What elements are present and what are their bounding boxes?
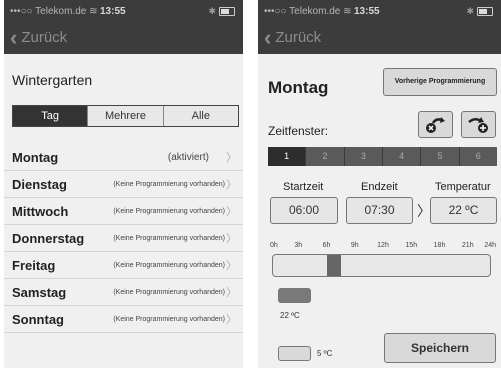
start-time-field[interactable]: 06:00 bbox=[270, 197, 338, 224]
back-button[interactable]: ‹ Zurück bbox=[264, 25, 322, 50]
legend-eco-swatch bbox=[278, 346, 311, 361]
nav-bar: •••○○ Telekom.de ≋ 13:55 ✱ ‹ Zurück bbox=[258, 0, 501, 54]
chevron-right-icon: 〉 bbox=[417, 203, 431, 219]
day-status: (Keine Programmierung vorhanden) bbox=[113, 180, 225, 188]
chevron-right-icon: 〉 bbox=[226, 233, 237, 245]
day-name: Montag bbox=[12, 149, 59, 165]
day-status: (Keine Programmierung vorhanden) bbox=[113, 261, 225, 269]
back-label: Zurück bbox=[21, 29, 68, 46]
view-segmented-control: Tag Mehrere Alle bbox=[12, 105, 239, 127]
day-list-screen: •••○○ Telekom.de ≋ 13:55 ✱ ‹ Zurück Winte… bbox=[4, 0, 243, 368]
time-window-tabs: 1 2 3 4 5 6 bbox=[268, 147, 497, 166]
carrier-label: •••○○ Telekom.de bbox=[10, 6, 87, 17]
chevron-right-icon: 〉 bbox=[226, 179, 237, 191]
day-row-mittwoch[interactable]: Mittwoch (Keine Programmierung vorhanden)… bbox=[4, 198, 243, 225]
hour-tick: 9h bbox=[350, 242, 359, 249]
window-tab[interactable]: 3 bbox=[343, 147, 382, 166]
day-name: Mittwoch bbox=[12, 203, 69, 219]
battery-icon bbox=[477, 7, 493, 17]
room-title: Wintergarten bbox=[12, 72, 93, 88]
day-status: (Keine Programmierung vorhanden) bbox=[113, 315, 225, 323]
temperature-label: Temperatur bbox=[435, 181, 491, 193]
segment-tag[interactable]: Tag bbox=[13, 106, 88, 126]
start-time-label: Startzeit bbox=[283, 181, 324, 193]
hour-tick: 15h bbox=[405, 242, 418, 249]
window-tab[interactable]: 2 bbox=[305, 147, 344, 166]
day-list: Montag (aktiviert) 〉 Dienstag (Keine Progra… bbox=[4, 144, 243, 333]
bluetooth-icon: ✱ bbox=[466, 6, 474, 16]
legend-eco-temp: 5 ºC bbox=[317, 349, 333, 358]
status-right: ✱ bbox=[208, 6, 235, 17]
day-status: (Keine Programmierung vorhanden) bbox=[113, 234, 225, 242]
chevron-right-icon: 〉 bbox=[226, 314, 237, 326]
window-tab[interactable]: 5 bbox=[420, 147, 459, 166]
clock: 13:55 bbox=[354, 6, 380, 17]
hour-scale: 0h 3h 6h 9h 12h 15h 18h 21h 24h bbox=[270, 242, 496, 252]
remove-window-button[interactable] bbox=[418, 111, 453, 138]
hour-tick: 12h bbox=[377, 242, 389, 249]
chevron-right-icon: 〉 bbox=[226, 260, 237, 272]
day-timeline[interactable] bbox=[272, 254, 491, 277]
window-tab[interactable]: 4 bbox=[381, 147, 421, 166]
chevron-right-icon: 〉 bbox=[226, 287, 237, 299]
back-button[interactable]: ‹ Zurück bbox=[10, 25, 68, 50]
legend-comfort-swatch bbox=[278, 288, 311, 303]
day-name: Sonntag bbox=[12, 311, 64, 327]
day-name: Samstag bbox=[12, 284, 67, 300]
hour-tick: 21h bbox=[461, 242, 474, 249]
nav-bar: •••○○ Telekom.de ≋ 13:55 ✱ ‹ Zurück bbox=[4, 0, 243, 54]
hour-tick: 18h bbox=[433, 242, 446, 249]
hour-tick: 0h bbox=[270, 242, 278, 249]
battery-icon bbox=[219, 7, 235, 17]
day-row-samstag[interactable]: Samstag (Keine Programmierung vorhanden) 〉 bbox=[4, 279, 243, 306]
chevron-right-icon: 〉 bbox=[226, 152, 237, 164]
day-row-freitag[interactable]: Freitag (Keine Programmierung vorhanden) 〉 bbox=[4, 252, 243, 279]
chevron-left-icon: ‹ bbox=[264, 25, 272, 50]
end-time-label: Endzeit bbox=[361, 181, 398, 193]
segment-mehrere[interactable]: Mehrere bbox=[87, 106, 163, 126]
day-row-montag[interactable]: Montag (aktiviert) 〉 bbox=[4, 144, 243, 171]
day-name: Freitag bbox=[12, 257, 56, 273]
status-bar: •••○○ Telekom.de ≋ 13:55 bbox=[264, 6, 380, 17]
day-row-sonntag[interactable]: Sonntag (Keine Programmierung vorhanden) 〉 bbox=[4, 306, 243, 333]
segment-alle[interactable]: Alle bbox=[162, 106, 238, 126]
remove-window-icon bbox=[425, 116, 445, 133]
status-bar: •••○○ Telekom.de ≋ 13:55 bbox=[10, 6, 126, 17]
carrier-label: •••○○ Telekom.de bbox=[264, 6, 341, 17]
wifi-icon: ≋ bbox=[343, 6, 352, 17]
day-status: (Keine Programmierung vorhanden) bbox=[113, 207, 225, 215]
status-right: ✱ bbox=[466, 6, 493, 17]
chevron-right-icon: 〉 bbox=[226, 206, 237, 218]
legend-comfort-temp: 22 ºC bbox=[280, 311, 300, 320]
day-schedule-screen: •••○○ Telekom.de ≋ 13:55 ✱ ‹ Zurück Monta… bbox=[258, 0, 501, 368]
temperature-field[interactable]: 22 ºC bbox=[430, 197, 497, 224]
back-label: Zurück bbox=[275, 29, 322, 46]
day-name: Dienstag bbox=[12, 176, 67, 192]
hour-tick: 6h bbox=[322, 242, 331, 249]
wifi-icon: ≋ bbox=[89, 6, 98, 17]
add-window-icon bbox=[467, 116, 488, 133]
hour-tick: 24h bbox=[484, 242, 496, 249]
end-time-field[interactable]: 07:30 bbox=[346, 197, 413, 224]
day-title: Montag bbox=[268, 78, 329, 97]
save-button[interactable]: Speichern bbox=[384, 333, 496, 363]
active-window-block[interactable] bbox=[327, 255, 341, 276]
hour-tick: 3h bbox=[294, 242, 303, 249]
bluetooth-icon: ✱ bbox=[208, 6, 216, 16]
previous-programming-button[interactable]: Vorherige Programmierung bbox=[383, 68, 497, 96]
add-window-button[interactable] bbox=[461, 111, 496, 138]
chevron-left-icon: ‹ bbox=[10, 25, 18, 50]
clock: 13:55 bbox=[100, 6, 126, 17]
window-tab[interactable]: 6 bbox=[458, 147, 497, 166]
day-status: (aktiviert) bbox=[167, 151, 209, 163]
time-window-label: Zeitfenster: bbox=[268, 124, 329, 138]
day-row-donnerstag[interactable]: Donnerstag (Keine Programmierung vorhande… bbox=[4, 225, 243, 252]
day-status: (Keine Programmierung vorhanden) bbox=[113, 288, 225, 296]
window-tab[interactable]: 1 bbox=[268, 147, 306, 166]
day-name: Donnerstag bbox=[12, 230, 85, 246]
day-row-dienstag[interactable]: Dienstag (Keine Programmierung vorhanden)… bbox=[4, 171, 243, 198]
